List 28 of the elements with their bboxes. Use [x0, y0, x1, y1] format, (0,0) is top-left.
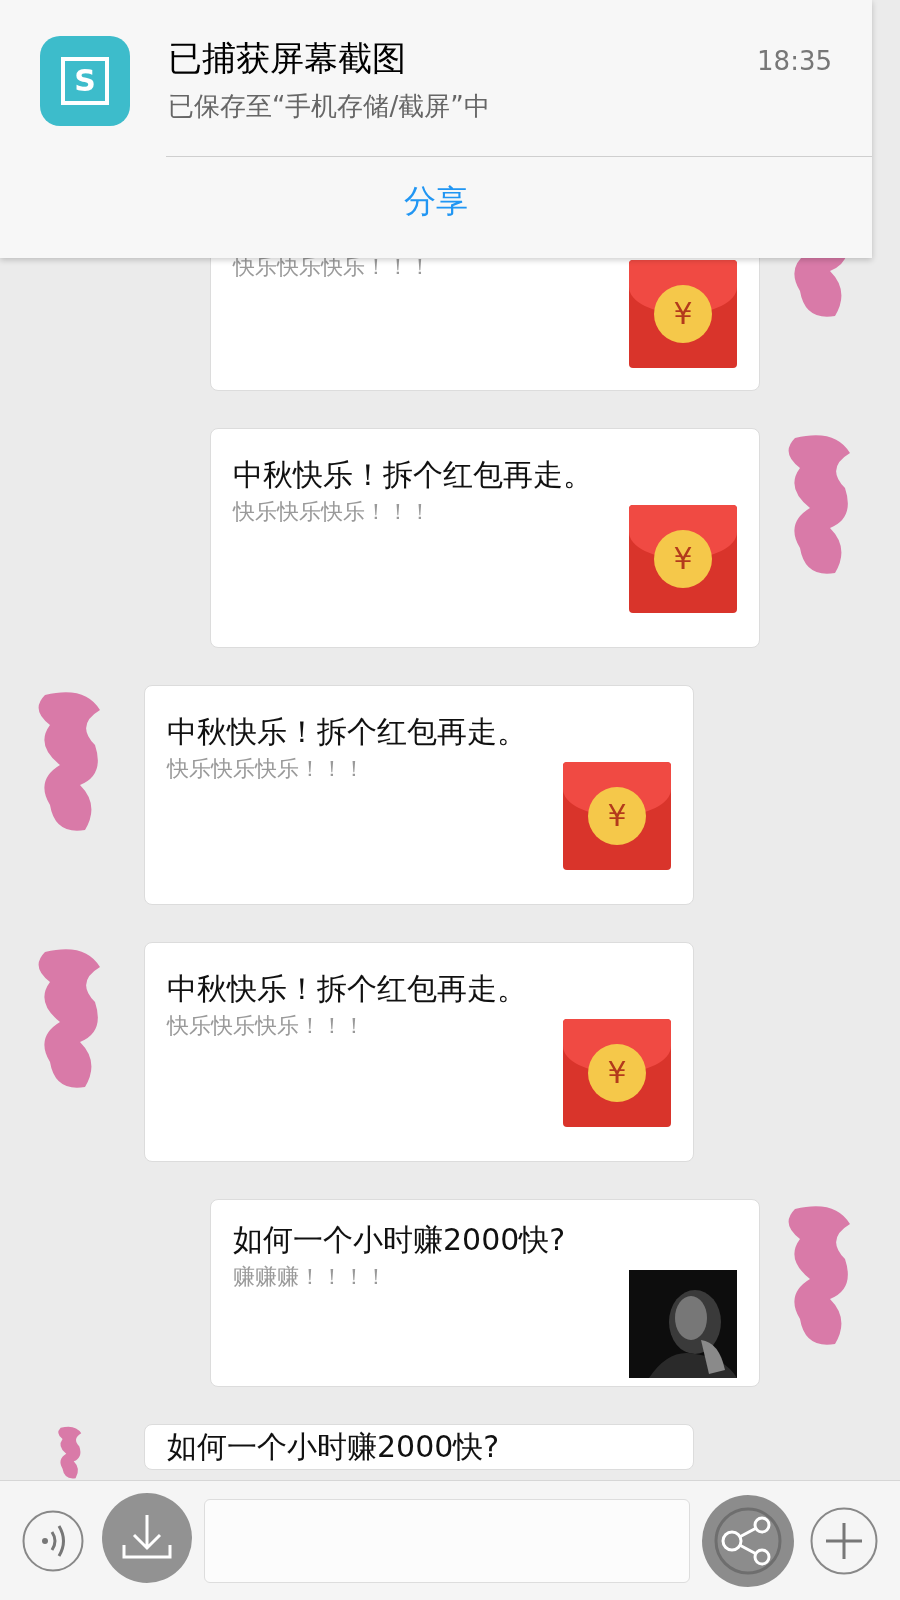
share-icon[interactable]: [702, 1494, 794, 1587]
message-bubble[interactable]: 中秋快乐！拆个红包再走。 快乐快乐快乐！！！ ¥: [210, 428, 760, 648]
message-description: 快乐快乐快乐！！！: [167, 1012, 365, 1040]
screenshot-toast[interactable]: S 已捕获屏幕截图 已保存至“手机存储/截屏”中 18:35 分享: [0, 0, 872, 258]
app-icon: S: [40, 36, 130, 126]
download-icon[interactable]: [102, 1493, 192, 1583]
message-description: 快乐快乐快乐！！！: [233, 498, 431, 526]
plus-icon[interactable]: [810, 1506, 878, 1575]
envelope-icon: ¥: [629, 505, 737, 613]
message-bubble[interactable]: 如何一个小时赚2000快? 赚赚赚！！！！: [210, 1199, 760, 1387]
message-title: 中秋快乐！拆个红包再走。: [167, 970, 528, 1008]
message-description: 快乐快乐快乐！！！: [167, 755, 365, 783]
notification-title: 已捕获屏幕截图: [168, 37, 407, 80]
message-title: 如何一个小时赚2000快?: [167, 1428, 501, 1466]
message-bubble[interactable]: 如何一个小时赚2000快?: [144, 1424, 694, 1470]
voice-icon[interactable]: [22, 1509, 84, 1572]
message-title: 中秋快乐！拆个红包再走。: [167, 713, 528, 751]
envelope-icon: ¥: [563, 1019, 671, 1127]
message-title: 如何一个小时赚2000快?: [233, 1221, 567, 1259]
message-description: 赚赚赚！！！！: [233, 1263, 387, 1291]
message-input-field[interactable]: [204, 1498, 690, 1583]
envelope-icon: ¥: [563, 762, 671, 870]
notification-subtitle: 已保存至“手机存储/截屏”中: [168, 90, 491, 123]
message-title: 中秋快乐！拆个红包再走。: [233, 456, 594, 494]
message-bubble[interactable]: 中秋快乐！拆个红包再走。 快乐快乐快乐！！！ ¥: [144, 942, 694, 1162]
notification-time: 18:35: [757, 45, 832, 78]
message-bubble[interactable]: 中秋快乐！拆个红包再走。 快乐快乐快乐！！！ ¥: [144, 685, 694, 905]
envelope-icon: ¥: [629, 260, 737, 368]
